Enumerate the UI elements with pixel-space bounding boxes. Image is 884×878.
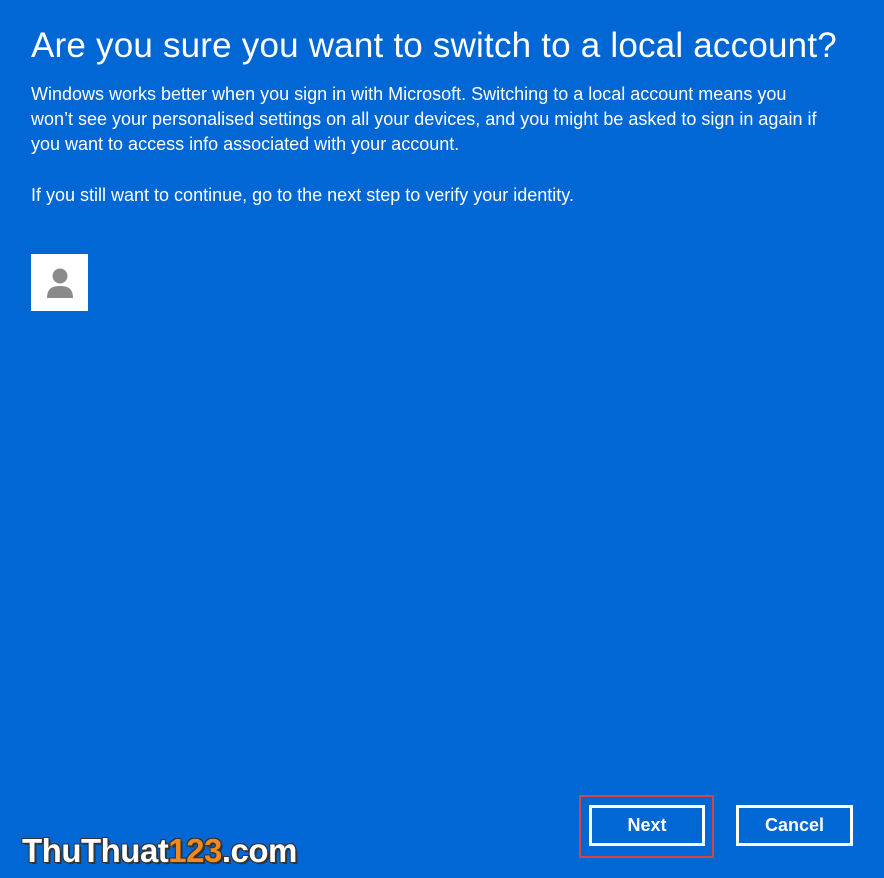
dialog-description: Windows works better when you sign in wi… bbox=[31, 84, 817, 154]
continue-instruction: If you still want to continue, go to the… bbox=[31, 185, 574, 205]
account-card bbox=[31, 254, 88, 311]
avatar bbox=[31, 254, 88, 311]
watermark-main: ThuThuat bbox=[22, 832, 169, 869]
person-icon bbox=[46, 268, 73, 298]
watermark-tld: .com bbox=[221, 832, 298, 869]
next-button[interactable]: Next bbox=[589, 805, 705, 846]
account-info-blurred bbox=[93, 246, 333, 326]
watermark-number: 123 bbox=[168, 832, 222, 869]
cancel-button[interactable]: Cancel bbox=[736, 805, 853, 846]
watermark: ThuThuat123.com bbox=[22, 832, 297, 870]
dialog-title: Are you sure you want to switch to a loc… bbox=[31, 26, 837, 65]
